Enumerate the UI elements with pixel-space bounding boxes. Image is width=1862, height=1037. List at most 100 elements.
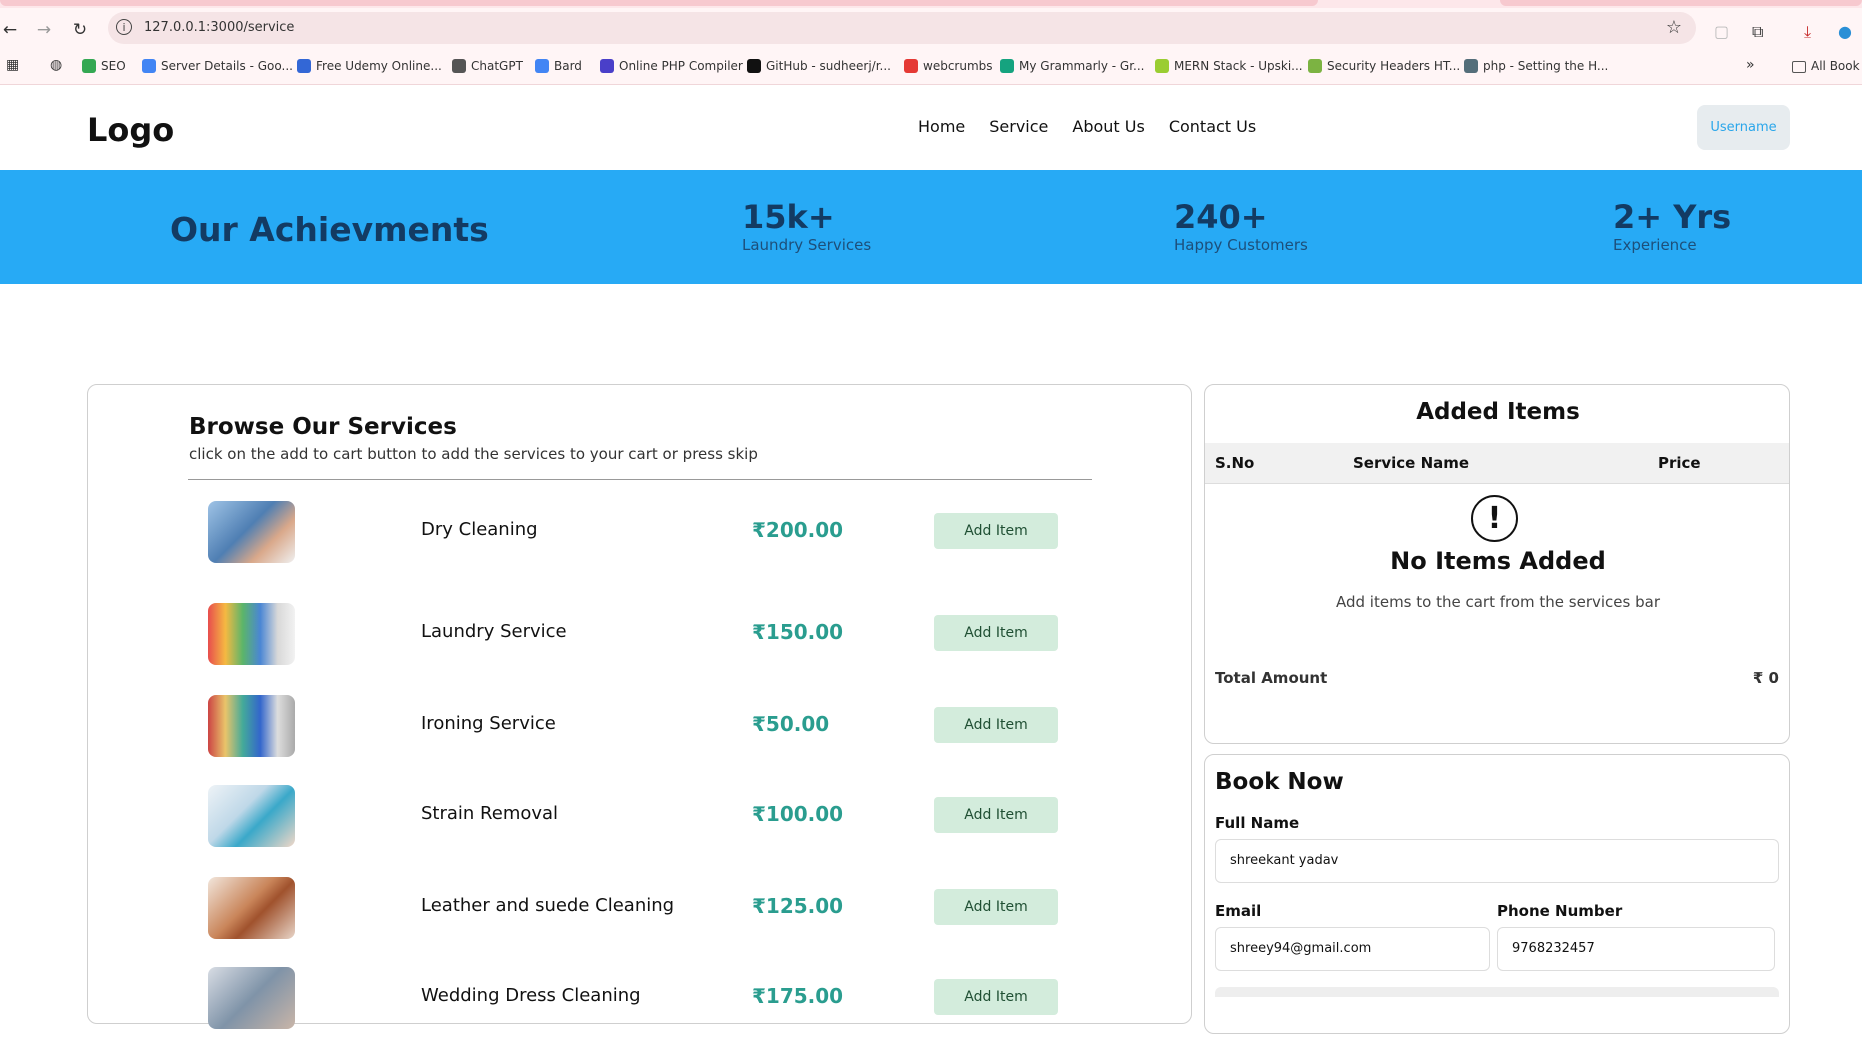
service-name: Dry Cleaning <box>421 519 538 540</box>
email-field[interactable]: shreey94@gmail.com <box>1215 927 1490 971</box>
service-name: Laundry Service <box>421 621 567 642</box>
bookmark-item[interactable]: GitHub - sudheerj/r... <box>747 59 891 73</box>
stat-value: 240+ <box>1174 198 1268 236</box>
download-icon[interactable]: ⤓ <box>1804 22 1811 42</box>
bookmark-item[interactable]: Bard <box>535 59 582 73</box>
total-amount-value: ₹ 0 <box>1752 669 1779 687</box>
bookmark-item[interactable]: webcrumbs <box>904 59 993 73</box>
back-icon[interactable]: ← <box>0 20 20 40</box>
achievements-title: Our Achievments <box>170 210 489 249</box>
add-item-button[interactable]: Add Item <box>934 889 1058 925</box>
folder-icon <box>1792 61 1806 73</box>
phone-field[interactable]: 9768232457 <box>1497 927 1775 971</box>
full-name-label: Full Name <box>1215 814 1300 832</box>
reload-icon[interactable]: ↻ <box>70 20 90 40</box>
username-button[interactable]: Username <box>1697 105 1790 150</box>
book-now-panel: Book Now Full Name shreekant yadav Email… <box>1204 754 1790 1034</box>
leather-shoe-image <box>208 877 295 939</box>
submit-button[interactable] <box>1215 987 1779 997</box>
globe-icon[interactable]: ◍ <box>50 57 62 73</box>
browser-tab-strip <box>0 0 1862 8</box>
stat-laundry-services: 15k+ Laundry Services <box>742 198 871 254</box>
bookmark-item[interactable]: MERN Stack - Upski... <box>1155 59 1303 73</box>
add-item-button[interactable]: Add Item <box>934 797 1058 833</box>
address-bar[interactable]: i 127.0.0.1:3000/service ☆ <box>108 12 1696 44</box>
services-subtitle: click on the add to cart button to add t… <box>189 445 758 463</box>
bookmark-favicon-icon <box>600 59 614 73</box>
bookmark-favicon-icon <box>142 59 156 73</box>
cart-title: Added Items <box>1416 399 1580 425</box>
nav-contact-us[interactable]: Contact Us <box>1169 117 1256 136</box>
bookmark-item[interactable]: Security Headers HT... <box>1308 59 1460 73</box>
bookmark-favicon-icon <box>1155 59 1169 73</box>
nav-home[interactable]: Home <box>918 117 965 136</box>
bookmark-label: Security Headers HT... <box>1327 59 1461 73</box>
forward-icon[interactable]: → <box>34 20 54 40</box>
stain-spray-image <box>208 785 295 847</box>
service-row: Ironing Service ₹50.00 Add Item <box>88 695 1193 765</box>
bookmark-star-icon[interactable]: ☆ <box>1666 17 1682 38</box>
bookmark-favicon-icon <box>1000 59 1014 73</box>
col-service-name: Service Name <box>1353 454 1470 472</box>
bookmark-label: GitHub - sudheerj/r... <box>766 59 891 73</box>
book-now-title: Book Now <box>1215 769 1344 795</box>
added-items-panel: Added Items S.No Service Name Price ! No… <box>1204 384 1790 744</box>
total-amount-label: Total Amount <box>1215 669 1328 687</box>
bookmark-item[interactable]: My Grammarly - Gr... <box>1000 59 1145 73</box>
bookmark-item[interactable]: SEO <box>82 59 126 73</box>
add-item-button[interactable]: Add Item <box>934 615 1058 651</box>
bookmark-item[interactable]: php - Setting the H... <box>1464 59 1608 73</box>
divider <box>188 479 1092 480</box>
empty-cart-title: No Items Added <box>1390 547 1606 575</box>
url-text: 127.0.0.1:3000/service <box>144 20 295 35</box>
bookmark-item[interactable]: Server Details - Goo... <box>142 59 293 73</box>
extensions-icon[interactable]: ⧉ <box>1752 22 1763 42</box>
site-info-icon[interactable]: i <box>116 19 132 35</box>
bookmark-favicon-icon <box>82 59 96 73</box>
stat-value: 2+ Yrs <box>1613 198 1732 236</box>
nav-about-us[interactable]: About Us <box>1072 117 1144 136</box>
bookmark-item[interactable]: Free Udemy Online... <box>297 59 442 73</box>
bookmark-favicon-icon <box>452 59 466 73</box>
service-name: Ironing Service <box>421 713 556 734</box>
stat-label: Experience <box>1613 236 1697 254</box>
bookmark-item[interactable]: ChatGPT <box>452 59 523 73</box>
add-item-button[interactable]: Add Item <box>934 979 1058 1015</box>
col-price: Price <box>1658 454 1701 472</box>
ironing-clothes-image <box>208 695 295 757</box>
service-price: ₹150.00 <box>752 620 844 644</box>
col-sno: S.No <box>1215 454 1255 472</box>
cart-table-header: S.No Service Name Price <box>1205 443 1789 484</box>
stat-label: Happy Customers <box>1174 236 1308 254</box>
profile-icon[interactable]: ● <box>1838 22 1852 41</box>
bookmark-label: Bard <box>554 59 582 73</box>
service-price: ₹200.00 <box>752 518 844 542</box>
bookmark-favicon-icon <box>904 59 918 73</box>
cast-icon[interactable]: ▢ <box>1714 22 1729 41</box>
site-header: Logo Home Service About Us Contact Us Us… <box>0 85 1862 169</box>
full-name-field[interactable]: shreekant yadav <box>1215 839 1779 883</box>
bookmark-favicon-icon <box>747 59 761 73</box>
bookmarks-bar: ▦ ◍ SEO Server Details - Goo... Free Udemy… <box>0 50 1862 85</box>
add-item-button[interactable]: Add Item <box>934 513 1058 549</box>
service-row: Wedding Dress Cleaning ₹175.00 Add Item <box>88 967 1193 1037</box>
services-title: Browse Our Services <box>189 414 457 440</box>
clothes-rack-image <box>208 603 295 665</box>
add-item-button[interactable]: Add Item <box>934 707 1058 743</box>
nav-service[interactable]: Service <box>989 117 1048 136</box>
stat-label: Laundry Services <box>742 236 872 254</box>
wedding-image <box>208 967 295 1029</box>
stat-experience: 2+ Yrs Experience <box>1613 198 1731 254</box>
bookmark-label: My Grammarly - Gr... <box>1019 59 1145 73</box>
bookmark-label: ChatGPT <box>471 59 523 73</box>
more-bookmarks-icon[interactable]: » <box>1746 57 1755 73</box>
site-logo[interactable]: Logo <box>87 111 174 149</box>
stat-value: 15k+ <box>742 198 835 236</box>
all-bookmarks[interactable]: All Book <box>1792 59 1860 73</box>
browser-toolbar: ← → ↻ i 127.0.0.1:3000/service ☆ ▢ ⧉ ⤓ ● <box>0 8 1862 50</box>
empty-cart-subtitle: Add items to the cart from the services … <box>1335 593 1660 611</box>
bookmark-item[interactable]: Online PHP Compiler <box>600 59 743 73</box>
main-nav: Home Service About Us Contact Us <box>918 117 1256 136</box>
apps-grid-icon[interactable]: ▦ <box>6 57 19 73</box>
bookmark-label: Online PHP Compiler <box>619 59 743 73</box>
